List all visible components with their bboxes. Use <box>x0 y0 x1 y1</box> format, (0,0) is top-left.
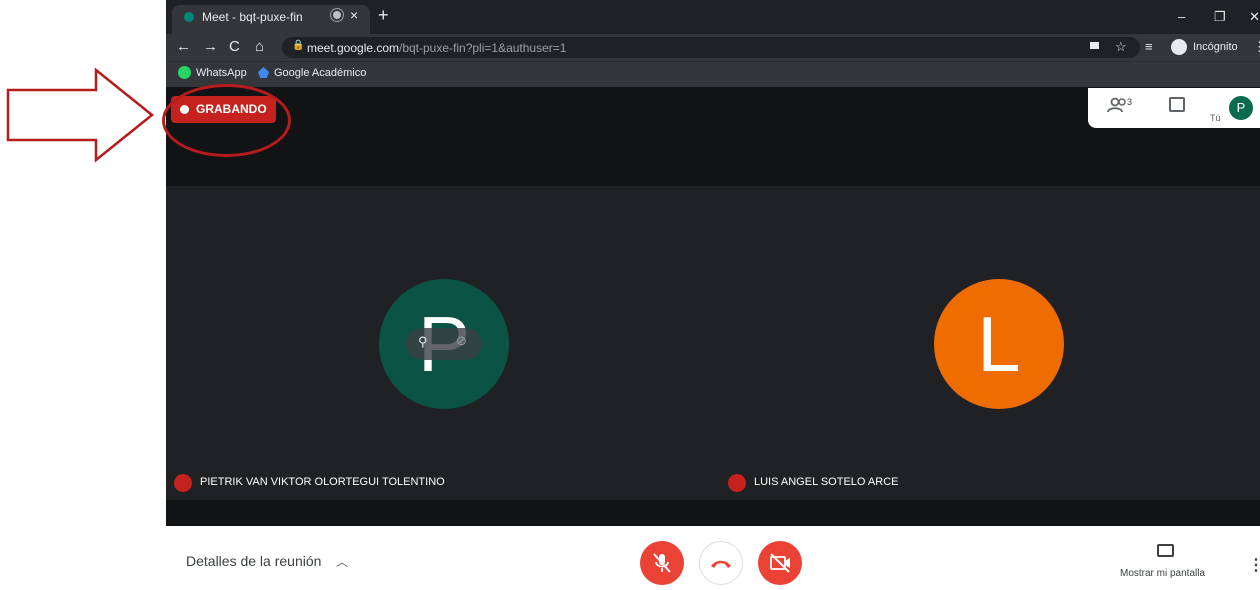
self-avatar[interactable]: P <box>1229 96 1253 120</box>
microphone-off-icon <box>653 553 671 573</box>
participant-name: PIETRIK VAN VIKTOR OLORTEGUI TOLENTINO <box>200 476 445 488</box>
reading-list-icon[interactable]: ≡ <box>1145 39 1153 54</box>
chat-icon[interactable] <box>1169 97 1185 112</box>
chevron-up-icon[interactable]: ︿ <box>336 553 348 570</box>
whatsapp-icon <box>178 66 191 79</box>
home-icon[interactable]: ⌂ <box>255 38 264 55</box>
forward-icon[interactable]: → <box>203 38 218 55</box>
url-path: /bqt-puxe-fin?pli=1&authuser=1 <box>399 41 567 55</box>
participant-name: LUIS ANGEL SOTELO ARCE <box>754 476 899 488</box>
meet-bottom-strip <box>166 500 1260 526</box>
participants-count: 3 <box>1127 97 1133 107</box>
microphone-off-button[interactable] <box>640 541 684 585</box>
mute-participant-icon[interactable]: ⊘ <box>456 333 467 349</box>
url-host: meet.google.com <box>307 41 400 55</box>
camera-indicator-icon[interactable] <box>1090 42 1099 49</box>
camera-off-icon <box>770 553 790 573</box>
reload-icon[interactable]: C <box>229 38 240 55</box>
browser-menu-icon[interactable]: ⋮ <box>1253 39 1260 55</box>
tab-recording-icon <box>333 11 341 19</box>
annotation-circle <box>162 84 291 157</box>
tab-close-icon[interactable]: × <box>350 7 358 23</box>
present-screen-icon[interactable] <box>1157 544 1174 557</box>
lock-icon[interactable]: 🔒 <box>292 40 304 51</box>
new-tab-button[interactable]: + <box>378 5 389 26</box>
restore-button[interactable]: ❐ <box>1214 9 1226 25</box>
back-icon[interactable]: ← <box>176 38 191 55</box>
bookmark-whatsapp[interactable]: WhatsApp <box>196 67 247 79</box>
participant-avatar[interactable]: L <box>934 279 1064 409</box>
minimize-button[interactable]: – <box>1178 9 1185 24</box>
meet-favicon-icon <box>184 12 194 22</box>
annotation-arrow-icon <box>6 68 154 163</box>
meeting-details-button[interactable]: Detalles de la reunión <box>186 553 321 569</box>
present-screen-button[interactable]: Mostrar mi pantalla <box>1120 568 1205 579</box>
pin-icon[interactable]: ⚲ <box>418 334 428 350</box>
profile-label[interactable]: Incógnito <box>1193 41 1238 53</box>
more-options-icon[interactable]: ⋮ <box>1248 555 1260 575</box>
meet-stage <box>166 186 1260 500</box>
star-icon[interactable]: ☆ <box>1115 39 1127 55</box>
camera-off-button[interactable] <box>758 541 802 585</box>
muted-mic-icon <box>728 474 746 492</box>
participant-initial: L <box>977 300 1021 388</box>
incognito-icon[interactable] <box>1171 39 1187 55</box>
close-window-button[interactable]: ✕ <box>1249 9 1260 25</box>
participants-icon[interactable] <box>1107 96 1129 114</box>
muted-mic-icon <box>174 474 192 492</box>
phone-hangup-icon <box>711 560 731 568</box>
end-call-button[interactable] <box>699 541 743 585</box>
tab-title: Meet - bqt-puxe-fin <box>202 10 303 24</box>
bookmark-google-academico[interactable]: Google Académico <box>274 67 366 79</box>
self-label: Tú <box>1210 113 1221 123</box>
